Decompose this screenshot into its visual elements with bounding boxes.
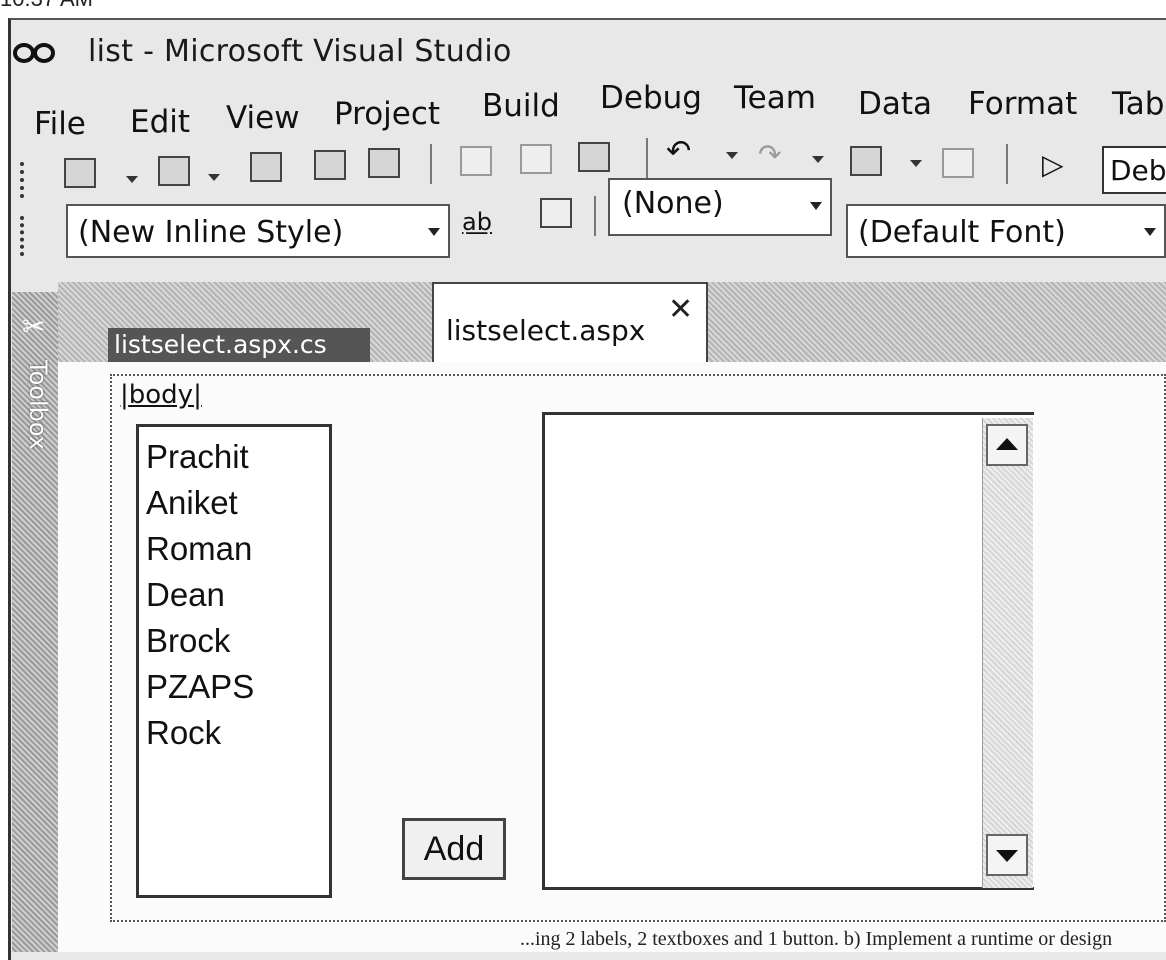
new-project-icon[interactable] (64, 158, 96, 188)
toolbox-label: Toolbox (24, 360, 52, 450)
list-item[interactable]: Prachit (146, 438, 249, 476)
undo-icon[interactable]: ↶ (666, 134, 691, 169)
navigate-backward-icon[interactable] (850, 146, 882, 176)
scroll-up-button[interactable] (986, 424, 1028, 466)
paste-icon[interactable] (578, 142, 610, 172)
scroll-down-button[interactable] (986, 834, 1028, 876)
list-item[interactable]: PZAPS (146, 668, 254, 706)
list-item[interactable]: Dean (146, 576, 225, 614)
toolbar-separator (594, 196, 596, 236)
menu-team[interactable]: Team (734, 80, 816, 116)
chevron-down-icon[interactable] (1144, 228, 1156, 236)
chevron-down-icon[interactable] (910, 160, 922, 167)
selected-listbox[interactable] (542, 412, 1034, 890)
list-item[interactable]: Roman (146, 530, 252, 568)
arrow-down-icon (996, 850, 1018, 862)
toolbox-icon: ✂ (22, 310, 46, 343)
body-tag-text: body (128, 380, 194, 410)
save-all-icon[interactable] (368, 148, 400, 178)
tab-label: listselect.aspx (446, 314, 646, 347)
add-button[interactable]: Add (402, 818, 506, 880)
body-tag-label[interactable]: |body| (120, 380, 202, 410)
toolbar-separator (430, 144, 432, 184)
font-name-value: (Default Font) (858, 215, 1066, 250)
navigate-forward-icon[interactable] (942, 148, 974, 178)
target-rule-icon[interactable] (540, 198, 572, 228)
style-combo-value: (New Inline Style) (78, 215, 344, 250)
open-folder-icon[interactable] (250, 152, 282, 182)
block-format-combo[interactable]: (None) (608, 178, 832, 236)
list-item[interactable]: Rock (146, 714, 221, 752)
menu-format[interactable]: Format (968, 86, 1077, 122)
menu-file[interactable]: File (34, 106, 86, 142)
save-icon[interactable] (314, 150, 346, 180)
standard-toolbar: ↶ ↷ ▷ (12, 134, 1166, 198)
list-item[interactable]: Aniket (146, 484, 238, 522)
menu-data[interactable]: Data (858, 86, 932, 122)
menu-project[interactable]: Project (334, 96, 440, 132)
tab-listselect-aspx[interactable]: listselect.aspx (432, 282, 708, 372)
font-name-combo[interactable]: (Default Font) (846, 204, 1166, 258)
block-format-value: (None) (622, 186, 724, 221)
redo-icon[interactable]: ↷ (758, 138, 781, 171)
menu-build[interactable]: Build (482, 88, 560, 124)
toolbar-grip[interactable] (20, 162, 30, 198)
toolbar-grip[interactable] (20, 216, 30, 256)
list-item[interactable]: Brock (146, 622, 230, 660)
menu-bar: File Edit View Project Build Debug Team … (12, 78, 1166, 144)
chevron-down-icon[interactable] (126, 176, 138, 183)
menu-table[interactable]: Tab (1112, 86, 1164, 122)
menu-edit[interactable]: Edit (130, 104, 190, 140)
toolbar-separator (1006, 144, 1008, 184)
chevron-down-icon[interactable] (812, 156, 824, 163)
page-caption: ...ing 2 labels, 2 textboxes and 1 butto… (520, 928, 1113, 950)
close-icon[interactable]: ✕ (668, 292, 693, 327)
chevron-down-icon[interactable] (726, 152, 738, 159)
chevron-down-icon[interactable] (810, 202, 822, 210)
listbox-scrollbar[interactable] (982, 418, 1033, 888)
copy-icon[interactable] (520, 144, 552, 174)
tab-listselect-aspx-cs[interactable]: listselect.aspx.cs (108, 328, 370, 362)
menu-view[interactable]: View (226, 100, 300, 136)
cut-icon[interactable] (460, 146, 492, 176)
arrow-up-icon (996, 438, 1018, 450)
window-title: list - Microsoft Visual Studio (88, 34, 512, 69)
visual-studio-logo-icon (12, 40, 56, 66)
menu-debug[interactable]: Debug (600, 80, 702, 116)
style-combo[interactable]: (New Inline Style) (66, 204, 450, 258)
chevron-down-icon[interactable] (428, 228, 440, 236)
status-time: 10:37 AM (0, 0, 93, 12)
solution-configuration-combo[interactable]: Deb (1102, 146, 1166, 194)
start-debugging-icon[interactable]: ▷ (1042, 148, 1064, 181)
chevron-down-icon[interactable] (208, 174, 220, 181)
style-application-icon[interactable]: a͟b (462, 208, 492, 236)
toolbar-separator (646, 138, 648, 178)
add-item-icon[interactable] (158, 156, 190, 186)
